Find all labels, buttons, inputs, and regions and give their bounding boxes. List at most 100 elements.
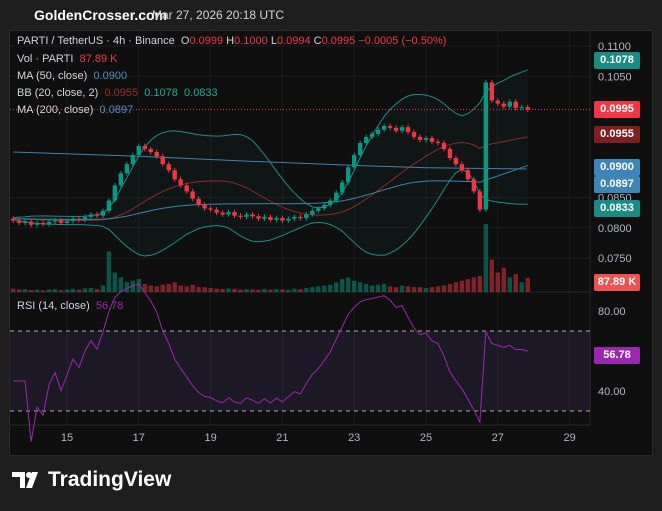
rsi-legend[interactable]: RSI (14, close) 56.78 [17, 300, 123, 312]
volume-bar [22, 289, 28, 292]
candle-body [459, 164, 465, 171]
candle-body [196, 198, 201, 205]
candle-body [483, 82, 489, 210]
candle-body [76, 218, 82, 220]
rsi-label: RSI (14, close) [17, 300, 90, 312]
volume-bar [525, 277, 530, 292]
candle-body [489, 82, 495, 101]
volume-value: 87.89 K [79, 53, 118, 65]
volume-bar [411, 287, 417, 292]
candle-body [28, 221, 34, 225]
bb-label: BB (20, close, 2) [17, 87, 99, 99]
y-tick-label: 0.0800 [598, 223, 632, 235]
candle-body [322, 204, 327, 209]
candle-body [340, 182, 345, 193]
volume-bar [471, 277, 477, 292]
volume-bar [40, 290, 46, 292]
volume-bar [172, 282, 177, 292]
ma50-legend[interactable]: MA (50, close) 0.0900 [17, 70, 127, 82]
candle-body [471, 179, 477, 192]
volume-bar [10, 288, 16, 292]
candle-body [357, 142, 363, 156]
bb-basis-value: 0.0955 [104, 87, 139, 99]
candle-body [94, 214, 100, 216]
candle-body [369, 133, 375, 137]
volume-bar [220, 289, 225, 292]
volume-bar [238, 289, 243, 292]
bb-lower-tag: 0.0833 [594, 200, 640, 217]
volume-bar [513, 274, 518, 292]
candle-body [387, 125, 393, 128]
candle-body [328, 200, 333, 205]
candle-body [393, 127, 399, 131]
volume-bar [507, 277, 512, 292]
candle-body [268, 216, 273, 220]
candle-body [417, 136, 423, 140]
candle-body [34, 222, 40, 225]
candle-body [495, 100, 500, 104]
volume-bar [489, 259, 495, 292]
candle-body [208, 208, 213, 210]
candle-body [453, 158, 459, 165]
volume-bar [154, 286, 159, 292]
high-value: 0.1000 [234, 35, 268, 47]
volume-bar [112, 272, 118, 292]
y-tick-label: 0.1050 [598, 71, 632, 83]
volume-bar [346, 277, 351, 292]
volume-bar [118, 277, 124, 292]
volume-bar [298, 289, 303, 292]
tradingview-logo[interactable]: TradingView [12, 468, 171, 492]
candle-body [238, 215, 243, 217]
x-tick-label: 23 [348, 432, 360, 444]
candle-body [184, 185, 189, 192]
candle-body [118, 173, 124, 186]
volume-bar [429, 287, 435, 292]
y-tick-label: 0.0750 [598, 253, 632, 265]
ma200-legend[interactable]: MA (200, close) 0.0897 [17, 104, 133, 116]
low-value: 0.0994 [276, 35, 311, 47]
candle-body [232, 212, 237, 216]
candle-body [10, 218, 16, 221]
bb-upper-value: 0.1078 [144, 87, 178, 99]
candle-body [435, 141, 441, 143]
x-tick-label: 17 [133, 432, 145, 444]
bb-legend[interactable]: BB (20, close, 2) 0.0955 0.1078 0.0833 [17, 87, 218, 99]
volume-bar [352, 280, 357, 292]
ma200-label: MA (200, close) [17, 104, 94, 116]
volume-bar [280, 289, 285, 292]
open-value: 0.0999 [189, 35, 224, 47]
ma50-label: MA (50, close) [17, 70, 88, 82]
tradingview-logo-icon [12, 472, 38, 488]
volume-bar [52, 289, 58, 292]
volume-bar [34, 289, 40, 292]
candle-body [40, 222, 46, 225]
candle-body [477, 191, 483, 210]
change-value: −0.0005 (−0.50%) [358, 35, 447, 47]
x-tick-label: 29 [563, 432, 575, 444]
candle-body [130, 155, 136, 165]
volume-bar [495, 272, 500, 292]
rsi-tag: 56.78 [594, 347, 640, 364]
candle-body [298, 216, 303, 219]
rsi-tick-label: 80.00 [598, 306, 626, 318]
candle-body [136, 145, 141, 156]
candle-body [346, 167, 351, 183]
rsi-value: 56.78 [95, 300, 124, 312]
candle-body [178, 179, 183, 186]
volume-bar [178, 285, 183, 292]
volume-bar [399, 285, 405, 292]
volume-legend[interactable]: Vol · PARTI 87.89 K [17, 53, 118, 65]
volume-bar [190, 284, 195, 292]
candle-body [507, 101, 512, 107]
volume-bar [244, 289, 249, 292]
candle-body [465, 170, 471, 180]
volume-bar [501, 267, 506, 292]
candle-body [58, 220, 64, 223]
candle-body [429, 138, 435, 142]
candle-body [166, 164, 171, 171]
candle-body [244, 214, 249, 217]
volume-bar [88, 287, 94, 292]
volume-bar [160, 284, 165, 292]
volume-bar [363, 283, 369, 292]
candle-body [124, 164, 130, 174]
